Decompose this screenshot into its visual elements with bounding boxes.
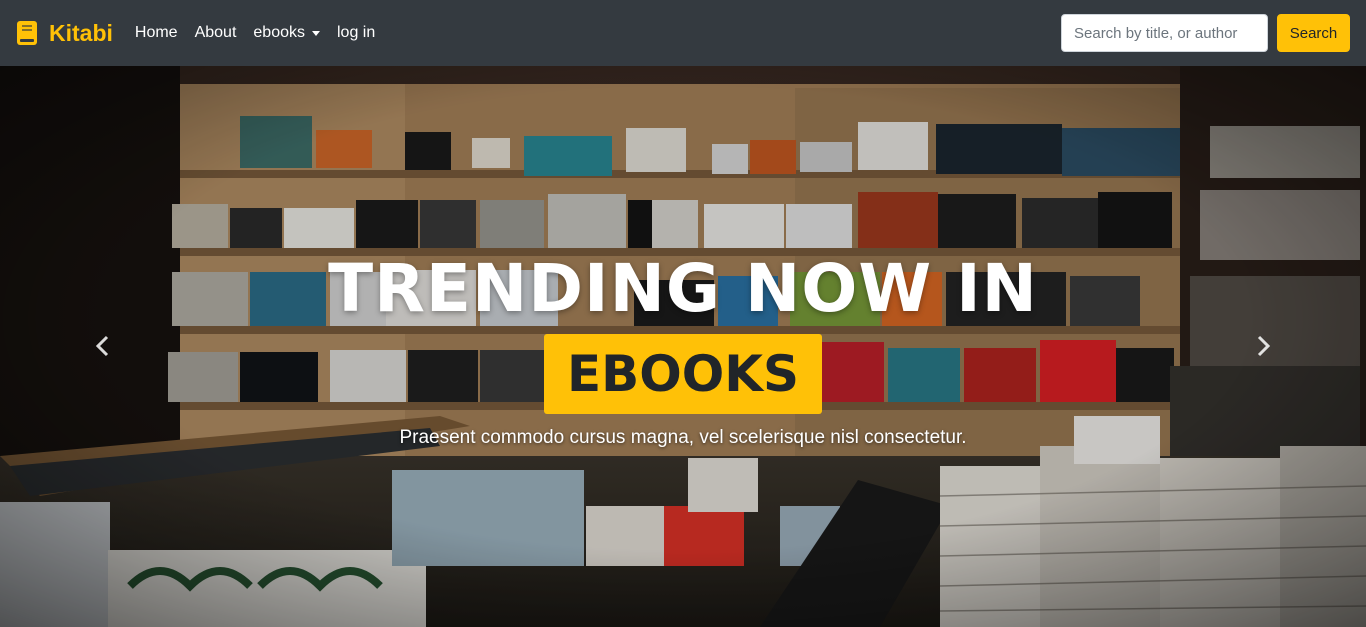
brand-name: Kitabi: [49, 19, 113, 46]
navbar: Kitabi Home About ebooks log in Search: [0, 0, 1366, 66]
hero-badge: EBOOKS: [543, 334, 823, 414]
hero-title: TRENDING NOW IN: [328, 250, 1038, 327]
brand-link[interactable]: Kitabi: [16, 20, 113, 47]
nav-ebooks-dropdown[interactable]: ebooks: [253, 24, 320, 42]
nav-ebooks-label: ebooks: [253, 24, 305, 41]
search-button[interactable]: Search: [1277, 14, 1350, 52]
hero-carousel: TRENDING NOW IN EBOOKS Praesent commodo …: [0, 66, 1366, 627]
hero-caption: Praesent commodo cursus magna, vel scele…: [399, 427, 967, 448]
nav-about[interactable]: About: [195, 24, 237, 42]
book-icon: [17, 21, 37, 45]
caret-down-icon: [311, 30, 320, 36]
nav-home[interactable]: Home: [135, 24, 178, 42]
search-form: Search: [1061, 14, 1350, 52]
search-input[interactable]: [1061, 14, 1268, 52]
hero-badge-wrap: EBOOKS: [0, 334, 1366, 414]
nav-links: Home About ebooks log in: [135, 24, 392, 42]
nav-login[interactable]: log in: [337, 24, 375, 42]
